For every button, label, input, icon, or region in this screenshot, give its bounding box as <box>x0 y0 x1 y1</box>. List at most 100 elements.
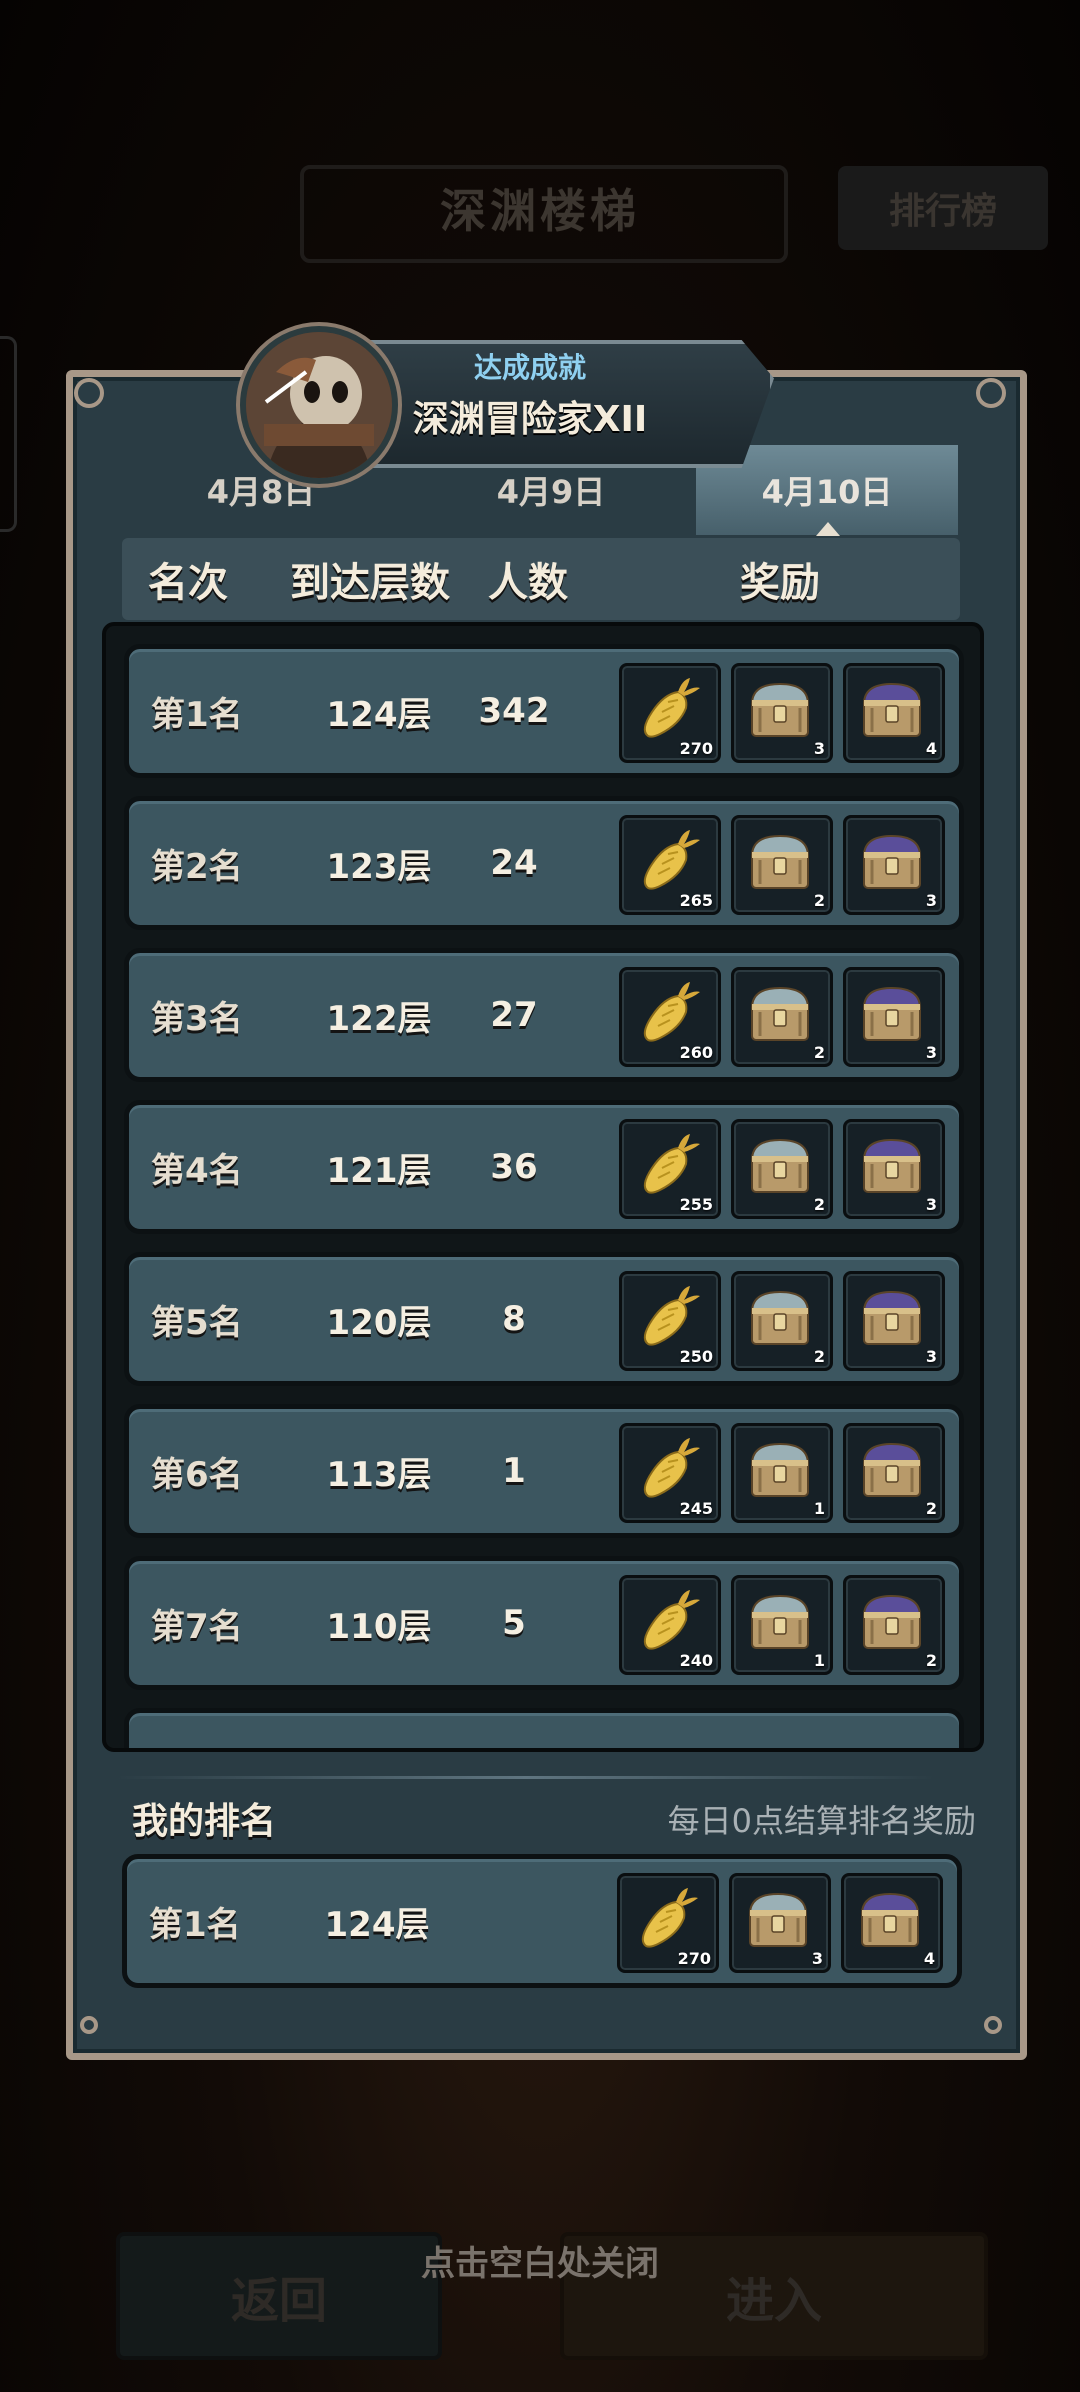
row-rank: 第5名 <box>151 1302 243 1343</box>
reward-quantity: 245 <box>679 1499 713 1518</box>
reward-item[interactable]: 2 <box>731 1271 833 1371</box>
active-tab-caret <box>816 522 840 536</box>
header-floor: 到达层数 <box>290 560 450 606</box>
reward-item[interactable]: 270 <box>619 663 721 763</box>
reward-quantity: 250 <box>679 1347 713 1366</box>
achievement-label: 达成成就 <box>473 351 586 384</box>
reward-quantity: 2 <box>925 1499 937 1518</box>
ranking-row: 第2名 123层 24 265 2 3 <box>124 796 964 930</box>
row-rank: 第4名 <box>151 1150 243 1191</box>
reward-items: 270 3 4 <box>619 663 945 763</box>
reward-quantity: 3 <box>811 1949 823 1968</box>
row-floor: 122层 <box>326 998 432 1039</box>
achievement-name: 深渊冒险家XII <box>412 399 648 440</box>
achievement-avatar <box>240 326 398 484</box>
row-floor: 124层 <box>326 694 432 735</box>
reward-quantity: 3 <box>925 891 937 910</box>
reward-quantity: 2 <box>813 1347 825 1366</box>
reward-item[interactable]: 245 <box>619 1423 721 1523</box>
reward-quantity: 270 <box>677 1949 711 1968</box>
reward-item[interactable]: 3 <box>729 1873 831 1973</box>
close-hint: 点击空白处关闭 <box>421 2244 659 2284</box>
header-rank: 名次 <box>148 560 228 606</box>
row-rank: 第7名 <box>151 1606 243 1647</box>
reward-items: 250 2 3 <box>619 1271 945 1371</box>
reward-item[interactable]: 2 <box>731 967 833 1067</box>
reward-item[interactable]: 250 <box>619 1271 721 1371</box>
ranking-row: 第7名 110层 5 240 1 2 <box>124 1556 964 1690</box>
reward-quantity: 240 <box>679 1651 713 1670</box>
ranking-list[interactable]: 第1名 124层 342 270 3 4 第2名 123层 24 265 2 3 第3名 122层 27 26… <box>102 622 984 1752</box>
panel-corner <box>976 378 1006 408</box>
settlement-note: 每日0点结算排名奖励 <box>667 1802 976 1840</box>
row-floor: 121层 <box>326 1150 432 1191</box>
ranking-row: 第1名 124层 342 270 3 4 <box>124 644 964 778</box>
row-count: 8 <box>502 1299 526 1339</box>
row-count: 27 <box>490 995 538 1035</box>
reward-items: 265 2 3 <box>619 815 945 915</box>
my-rank: 第1名 <box>149 1904 241 1945</box>
panel-corner <box>74 378 104 408</box>
reward-item[interactable]: 3 <box>843 1119 945 1219</box>
reward-item[interactable]: 1 <box>731 1575 833 1675</box>
reward-quantity: 1 <box>813 1499 825 1518</box>
reward-item[interactable]: 265 <box>619 815 721 915</box>
row-count: 36 <box>490 1147 538 1187</box>
reward-item[interactable]: 2 <box>731 815 833 915</box>
reward-item[interactable]: 260 <box>619 967 721 1067</box>
header-reward: 奖励 <box>740 560 820 606</box>
side-tab <box>0 336 17 532</box>
row-count: 342 <box>478 691 550 731</box>
row-count: 5 <box>502 1603 526 1643</box>
ranking-row: 第3名 122层 27 260 2 3 <box>124 948 964 1082</box>
reward-quantity: 2 <box>813 1043 825 1062</box>
reward-quantity: 260 <box>679 1043 713 1062</box>
reward-item[interactable]: 4 <box>843 663 945 763</box>
row-floor: 113层 <box>326 1454 432 1495</box>
row-floor: 123层 <box>326 846 432 887</box>
panel-corner <box>984 2016 1002 2034</box>
row-rank: 第2名 <box>151 846 243 887</box>
reward-item[interactable]: 4 <box>841 1873 943 1973</box>
reward-items: 240 1 2 <box>619 1575 945 1675</box>
reward-quantity: 3 <box>925 1043 937 1062</box>
reward-item[interactable]: 3 <box>843 1271 945 1371</box>
reward-quantity: 2 <box>813 891 825 910</box>
page-title: 深渊楼梯 <box>440 184 640 238</box>
reward-item[interactable]: 2 <box>731 1119 833 1219</box>
reward-quantity: 3 <box>925 1195 937 1214</box>
reward-items: 245 1 2 <box>619 1423 945 1523</box>
reward-item[interactable]: 240 <box>619 1575 721 1675</box>
reward-item[interactable]: 255 <box>619 1119 721 1219</box>
reward-quantity: 2 <box>813 1195 825 1214</box>
reward-item[interactable]: 270 <box>617 1873 719 1973</box>
row-rank: 第6名 <box>151 1454 243 1495</box>
reward-quantity: 4 <box>925 739 937 758</box>
reward-items: 270 3 4 <box>617 1873 943 1973</box>
my-ranking-title: 我的排名 <box>132 1801 277 1842</box>
my-floor: 124层 <box>324 1904 430 1945</box>
header-count: 人数 <box>488 560 568 606</box>
leaderboard-button: 排行榜 <box>838 166 1048 250</box>
reward-quantity: 3 <box>925 1347 937 1366</box>
table-header: 名次 到达层数 人数 奖励 <box>122 538 960 620</box>
reward-item[interactable]: 3 <box>731 663 833 763</box>
reward-quantity: 4 <box>923 1949 935 1968</box>
row-count: 24 <box>490 843 538 883</box>
reward-item[interactable]: 2 <box>843 1575 945 1675</box>
achievement-popup: 达成成就 深渊冒险家XII <box>240 326 810 484</box>
ranking-row: 第5名 120层 8 250 2 3 <box>124 1252 964 1386</box>
reward-quantity: 255 <box>679 1195 713 1214</box>
reward-quantity: 3 <box>813 739 825 758</box>
reward-quantity: 2 <box>925 1651 937 1670</box>
ranking-row-partial <box>124 1708 964 1748</box>
reward-item[interactable]: 2 <box>843 1423 945 1523</box>
reward-items: 255 2 3 <box>619 1119 945 1219</box>
ranking-row: 第4名 121层 36 255 2 3 <box>124 1100 964 1234</box>
reward-item[interactable]: 3 <box>843 815 945 915</box>
reward-item[interactable]: 1 <box>731 1423 833 1523</box>
reward-item[interactable]: 3 <box>843 967 945 1067</box>
my-ranking-row: 第1名 124层 270 3 4 <box>122 1854 962 1988</box>
row-count: 1 <box>502 1451 526 1491</box>
masked-adventurer-icon <box>246 332 392 478</box>
